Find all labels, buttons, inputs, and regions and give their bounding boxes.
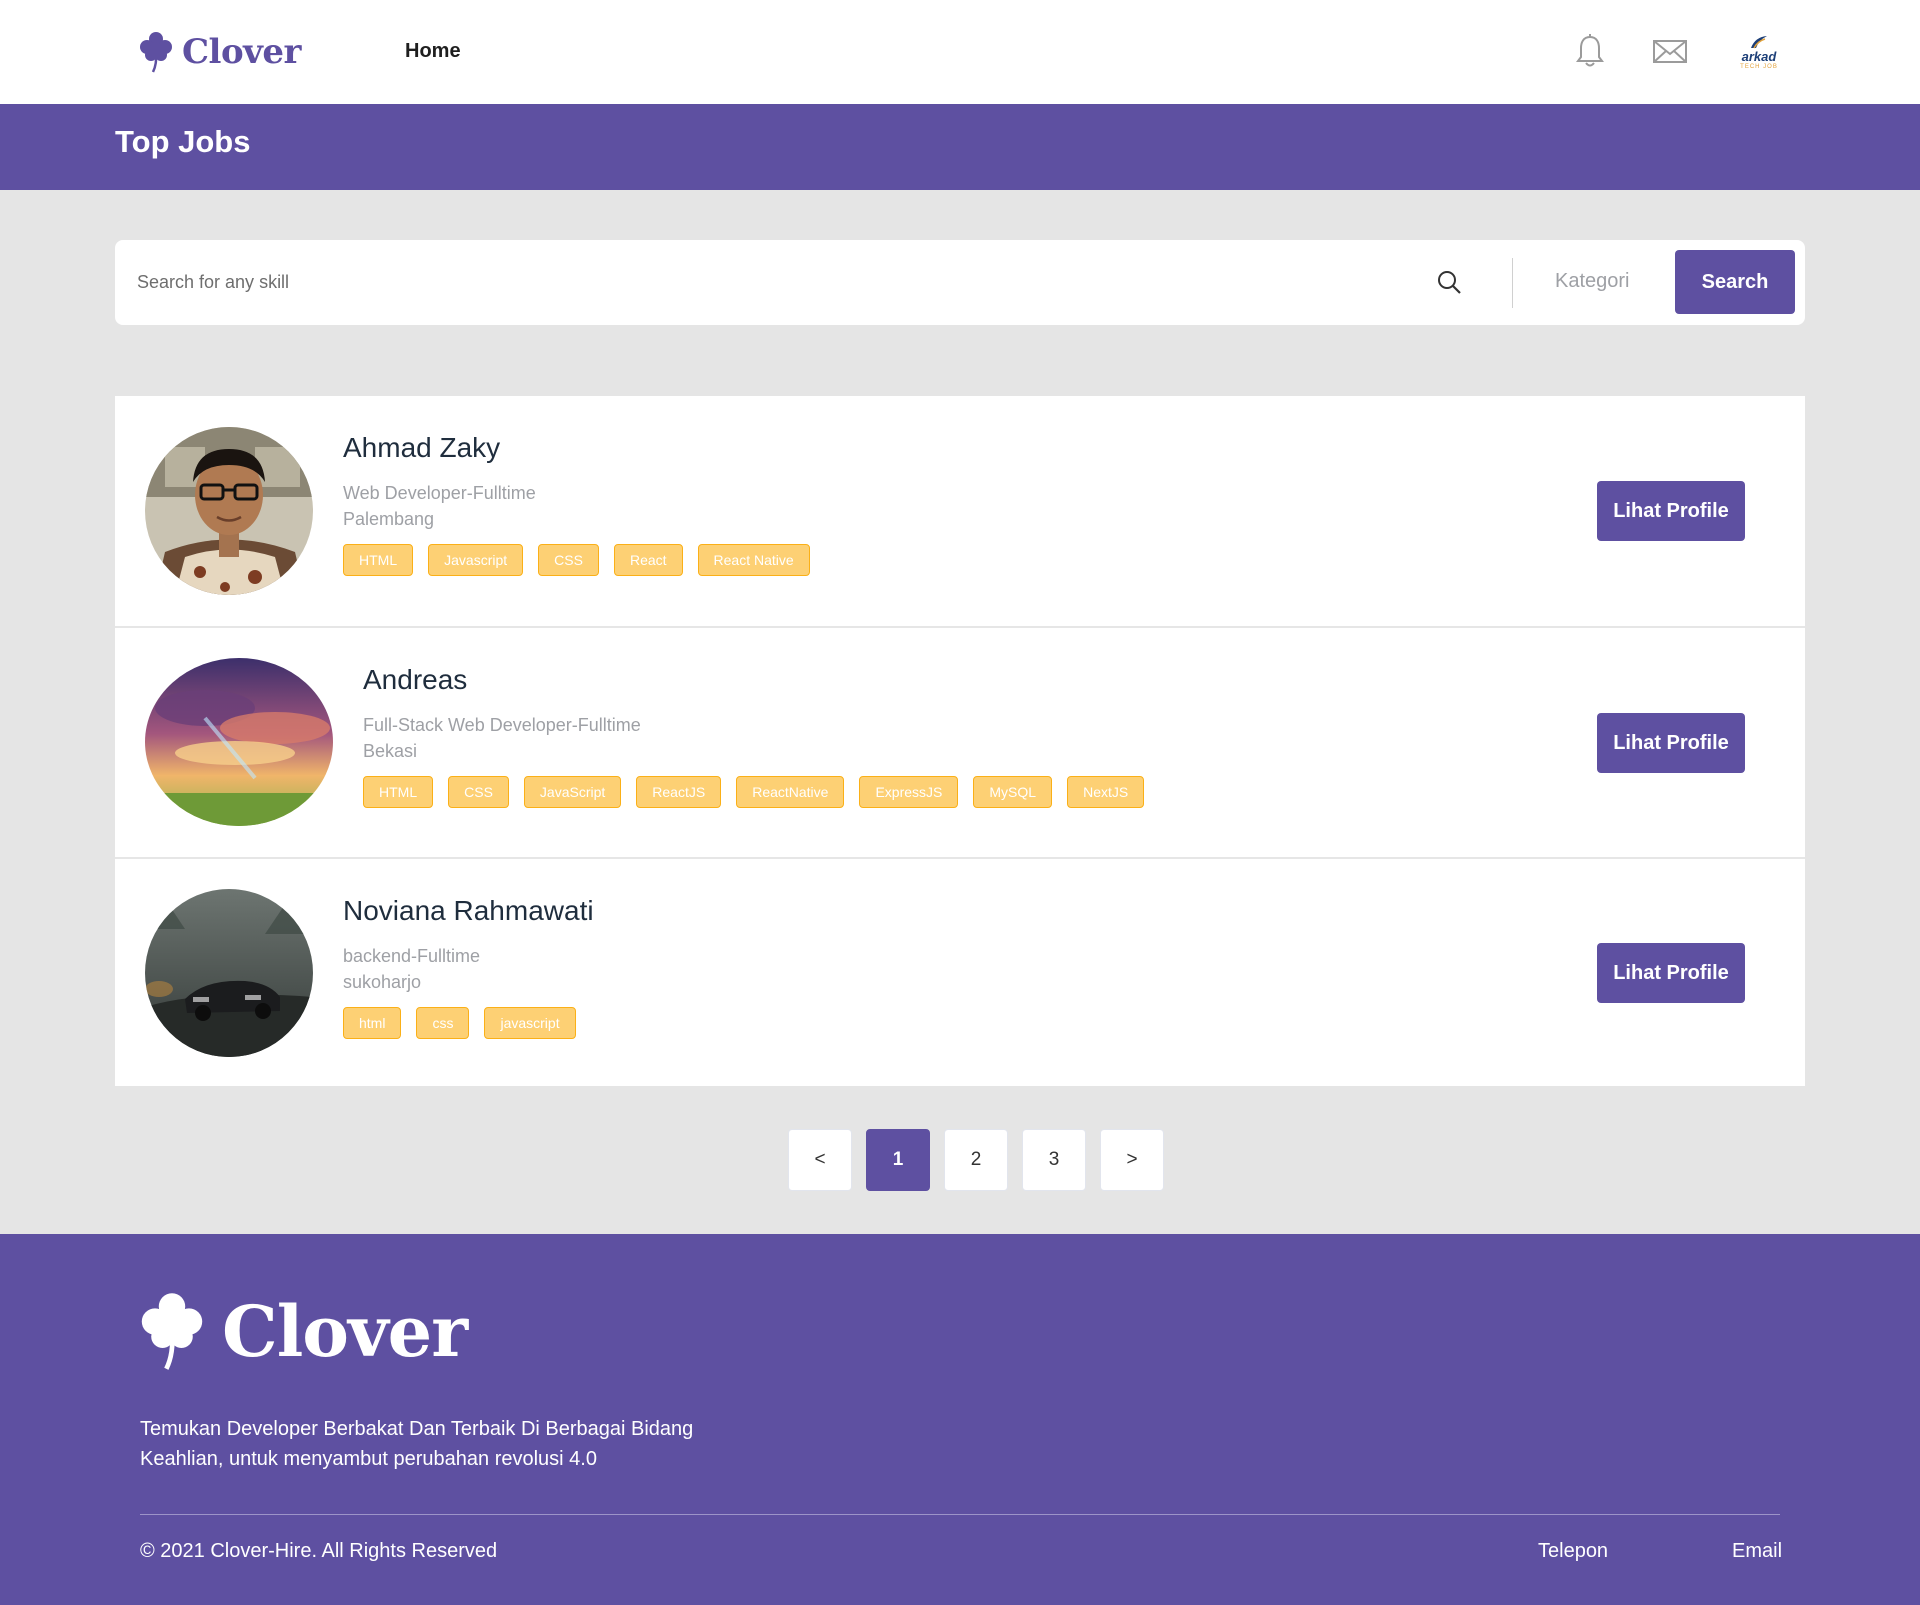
page-button-3[interactable]: 3 xyxy=(1022,1129,1086,1191)
nav-home-link[interactable]: Home xyxy=(405,40,461,63)
skill-list: HTML CSS JavaScript ReactJS ReactNative … xyxy=(363,776,1145,808)
search-icon[interactable] xyxy=(1435,268,1463,296)
bell-icon[interactable] xyxy=(1571,32,1609,70)
view-profile-button[interactable]: Lihat Profile xyxy=(1597,713,1745,773)
skill-tag: javascript xyxy=(484,1007,576,1039)
developer-role: Full-Stack Web Developer-Fulltime xyxy=(363,715,641,735)
developer-info: Andreas Full-Stack Web Developer-Fulltim… xyxy=(363,664,1145,808)
footer-copyright: © 2021 Clover-Hire. All Rights Reserved xyxy=(140,1540,498,1562)
developer-location: sukoharjo xyxy=(343,972,422,992)
footer-description: Temukan Developer Berbakat Dan Terbaik D… xyxy=(140,1418,694,1470)
clover-icon xyxy=(141,1293,203,1370)
developer-card: Andreas Full-Stack Web Developer-Fulltim… xyxy=(115,626,1805,857)
skill-tag: JavaScript xyxy=(523,776,622,808)
footer-brand-name: Clover xyxy=(222,1289,468,1373)
footer-divider xyxy=(140,1514,1780,1515)
developer-info: Ahmad Zaky Web Developer-Fulltime Palemb… xyxy=(343,432,810,576)
mail-icon[interactable] xyxy=(1651,32,1689,70)
search-bar: Kategori Search xyxy=(115,240,1805,325)
skill-tag: ReactNative xyxy=(736,776,845,808)
developer-avatar xyxy=(145,889,313,1057)
footer: Clover Temukan Developer Berbakat Dan Te… xyxy=(0,1234,1920,1605)
developer-location: Palembang xyxy=(343,509,435,529)
skill-tag: Javascript xyxy=(428,544,524,576)
prev-page-button[interactable]: < xyxy=(788,1129,852,1191)
skill-list: HTML Javascript CSS React React Native xyxy=(343,544,810,576)
avatar-logo-text: arkad xyxy=(1741,48,1777,64)
skill-list: html css javascript xyxy=(343,1007,594,1039)
category-dropdown[interactable]: Kategori xyxy=(1555,270,1630,293)
footer-brand: Clover xyxy=(138,1289,468,1373)
developer-role: backend-Fulltime xyxy=(343,946,481,966)
developer-info: Noviana Rahmawati backend-Fulltime sukoh… xyxy=(343,895,594,1039)
view-profile-button[interactable]: Lihat Profile xyxy=(1597,481,1745,541)
footer-link-telepon[interactable]: Telepon xyxy=(1538,1540,1608,1563)
developer-list: Ahmad Zaky Web Developer-Fulltime Palemb… xyxy=(115,396,1805,1086)
search-button[interactable]: Search xyxy=(1675,250,1795,314)
developer-card: Ahmad Zaky Web Developer-Fulltime Palemb… xyxy=(115,396,1805,626)
skill-tag: css xyxy=(416,1007,470,1039)
developer-name: Ahmad Zaky xyxy=(343,432,501,463)
skill-tag: ExpressJS xyxy=(859,776,959,808)
skill-tag: CSS xyxy=(448,776,509,808)
footer-link-email[interactable]: Email xyxy=(1732,1540,1782,1563)
skill-tag: HTML xyxy=(343,544,414,576)
skill-tag: React xyxy=(613,544,683,576)
skill-tag: NextJS xyxy=(1067,776,1145,808)
developer-name: Andreas xyxy=(363,664,468,695)
skill-tag: html xyxy=(343,1007,402,1039)
developer-role: Web Developer-Fulltime xyxy=(343,483,536,503)
page-banner: Top Jobs xyxy=(0,104,1920,190)
page-button-2[interactable]: 2 xyxy=(944,1129,1008,1191)
skill-tag: React Native xyxy=(697,544,810,576)
skill-tag: MySQL xyxy=(973,776,1053,808)
developer-avatar xyxy=(145,658,333,826)
view-profile-button[interactable]: Lihat Profile xyxy=(1597,943,1745,1003)
next-page-button[interactable]: > xyxy=(1100,1129,1164,1191)
user-avatar[interactable]: arkad TECH JOB xyxy=(1733,30,1785,74)
skill-tag: CSS xyxy=(538,544,599,576)
avatar-logo-subtext: TECH JOB xyxy=(1740,63,1778,70)
brand-name: Clover xyxy=(182,32,301,72)
search-divider xyxy=(1512,258,1513,308)
brand-logo[interactable]: Clover xyxy=(138,28,301,76)
top-navbar: Clover Home arkad TECH JOB xyxy=(0,0,1920,104)
developer-avatar xyxy=(145,427,313,595)
pagination: < 1 2 3 > xyxy=(788,1129,1164,1191)
page-button-1[interactable]: 1 xyxy=(866,1129,930,1191)
skill-tag: ReactJS xyxy=(636,776,722,808)
developer-name: Noviana Rahmawati xyxy=(343,895,594,926)
arkad-logo-icon xyxy=(1751,35,1767,48)
developer-card: Noviana Rahmawati backend-Fulltime sukoh… xyxy=(115,857,1805,1086)
skill-tag: HTML xyxy=(363,776,434,808)
page-title: Top Jobs xyxy=(115,124,251,159)
search-input[interactable] xyxy=(137,260,1417,305)
developer-location: Bekasi xyxy=(363,741,418,761)
clover-icon xyxy=(140,32,172,73)
